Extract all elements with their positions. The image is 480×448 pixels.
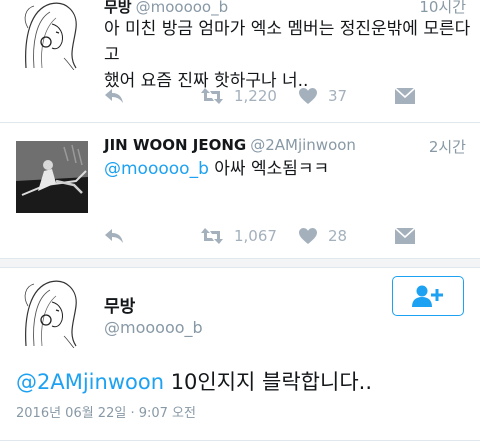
tweet[interactable]: JIN WOON JEONG @2AMjinwoon 2시간 @mooooo_b … xyxy=(0,123,480,260)
tweet-time[interactable]: 2시간 xyxy=(429,136,466,157)
tweet-text: 아 미친 방금 엄마가 엑소 멤버는 정진운밖에 모른다고 했어 요즘 진짜 핫… xyxy=(104,16,480,94)
tweet-text: @mooooo_b 아싸 엑소됨ㅋㅋ xyxy=(104,156,329,182)
tweet-actions: 1,067 28 xyxy=(104,224,424,248)
heart-icon xyxy=(299,228,317,244)
like-button[interactable]: 28 xyxy=(298,224,347,248)
like-count: 37 xyxy=(328,87,348,105)
tweet-text-content: 아싸 엑소됨ㅋㅋ xyxy=(208,159,330,179)
tweet[interactable]: 무방 @mooooo_b 10시간 아 미친 방금 엄마가 엑소 멤버는 정진운밖… xyxy=(0,0,480,122)
tweet-actions: 1,220 37 xyxy=(104,84,424,108)
heart-icon xyxy=(299,88,317,104)
envelope-icon xyxy=(394,227,416,244)
add-user-icon xyxy=(412,285,443,307)
mention-link[interactable]: @2AMjinwoon xyxy=(16,370,164,394)
mention-link[interactable]: @mooooo_b xyxy=(104,159,209,179)
tweet-text-content: 10인지지 블락합니다.. xyxy=(164,370,372,394)
dm-button[interactable] xyxy=(394,224,416,248)
tweet-text: @2AMjinwoon 10인지지 블락합니다.. xyxy=(16,368,372,396)
author-name[interactable]: 무방 xyxy=(104,0,132,16)
avatar[interactable] xyxy=(16,141,88,213)
author-handle[interactable]: @2AMjinwoon xyxy=(250,136,356,154)
retweet-icon xyxy=(201,228,223,244)
retweet-icon xyxy=(201,88,223,104)
reply-button[interactable] xyxy=(104,224,124,248)
tweet-text-line: 아 미친 방금 엄마가 엑소 멤버는 정진운밖에 모른다고 xyxy=(104,19,471,65)
follow-button[interactable] xyxy=(392,276,464,316)
author-handle[interactable]: @mooooo_b xyxy=(104,318,203,337)
section-divider xyxy=(0,258,480,268)
envelope-icon xyxy=(394,87,416,104)
retweet-button[interactable]: 1,067 xyxy=(200,224,277,248)
tweet-timestamp[interactable]: 2016년 06월 22일 · 9:07 오전 xyxy=(16,402,196,421)
like-button[interactable]: 37 xyxy=(298,84,347,108)
reply-button[interactable] xyxy=(104,84,124,108)
like-count: 28 xyxy=(328,227,348,245)
reply-icon xyxy=(105,229,123,243)
retweet-button[interactable]: 1,220 xyxy=(200,84,277,108)
author-name[interactable]: JIN WOON JEONG xyxy=(104,136,246,154)
dm-button[interactable] xyxy=(394,84,416,108)
retweet-count: 1,067 xyxy=(234,227,277,245)
retweet-count: 1,220 xyxy=(234,87,277,105)
divider xyxy=(0,440,480,441)
author-name[interactable]: 무방 xyxy=(104,292,135,317)
author-handle[interactable]: @mooooo_b xyxy=(136,0,229,16)
tweet-time[interactable]: 10시간 xyxy=(419,0,466,17)
reply-icon xyxy=(105,89,123,103)
avatar[interactable] xyxy=(16,0,88,70)
avatar[interactable] xyxy=(16,276,88,348)
